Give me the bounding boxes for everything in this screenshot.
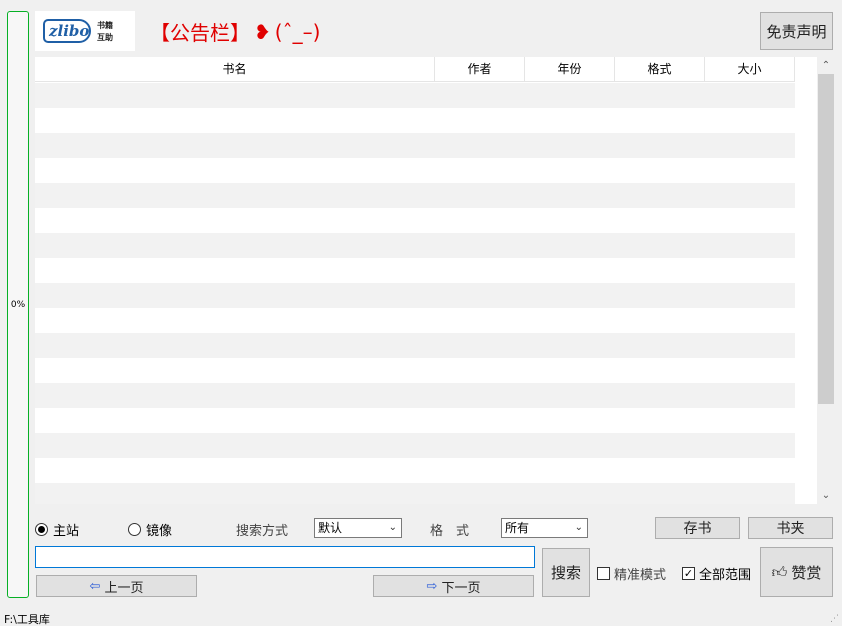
search-mode-select[interactable]: 默认 ⌄ — [314, 518, 402, 538]
table-row[interactable] — [35, 258, 795, 283]
next-page-button[interactable]: ⇨ 下一页 — [373, 575, 534, 597]
notice-emoticon: (ˆ_–) — [274, 19, 321, 44]
chevron-down-icon: ⌄ — [388, 522, 397, 533]
chevron-down-icon: ⌄ — [574, 522, 583, 533]
save-book-button[interactable]: 存书 — [655, 517, 740, 539]
book-results-table[interactable]: 书名 作者 年份 格式 大小 ⌃ ⌄ — [35, 57, 835, 504]
thumbs-up-icon: 👍︎ — [771, 562, 788, 581]
prev-page-button[interactable]: ⇦ 上一页 — [36, 575, 197, 597]
table-row[interactable] — [35, 208, 795, 233]
search-input[interactable] — [35, 546, 535, 568]
scroll-up-icon[interactable]: ⌃ — [817, 57, 835, 74]
column-header-format[interactable]: 格式 — [615, 57, 705, 82]
table-row[interactable] — [35, 408, 795, 433]
table-header: 书名 作者 年份 格式 大小 — [35, 57, 795, 82]
progress-bar: 0% — [7, 11, 29, 598]
column-header-year[interactable]: 年份 — [525, 57, 615, 82]
checkbox-empty-icon — [597, 567, 610, 580]
radio-mirror[interactable]: 镜像 — [128, 520, 172, 539]
logo: zlibo 书籍 互助 — [35, 11, 135, 51]
precise-mode-label: 精准模式 — [614, 568, 667, 583]
scroll-down-icon[interactable]: ⌄ — [817, 487, 835, 504]
search-mode-label: 搜索方式 — [236, 524, 289, 539]
bookshelf-button[interactable]: 书夹 — [748, 517, 833, 539]
radio-main-site-label: 主站 — [53, 524, 80, 539]
progress-label: 0% — [10, 299, 26, 310]
table-row[interactable] — [35, 183, 795, 208]
table-row[interactable] — [35, 333, 795, 358]
reward-button[interactable]: 👍︎ 赞赏 — [760, 547, 833, 597]
status-path: F:\工具库 — [4, 613, 50, 626]
notice-text: 【公告栏】 — [150, 21, 250, 45]
radio-main-site[interactable]: 主站 — [35, 520, 79, 539]
resize-grip-icon[interactable]: ⋰ — [830, 614, 840, 624]
table-body — [35, 83, 795, 504]
table-row[interactable] — [35, 133, 795, 158]
arrow-right-icon: ⇨ — [426, 578, 438, 594]
column-header-size[interactable]: 大小 — [705, 57, 795, 82]
full-range-label: 全部范围 — [699, 568, 752, 583]
scrollbar-thumb[interactable] — [818, 74, 834, 404]
table-row[interactable] — [35, 108, 795, 133]
table-row[interactable] — [35, 483, 795, 504]
radio-unselected-icon — [128, 523, 141, 536]
format-select[interactable]: 所有 ⌄ — [501, 518, 588, 538]
table-row[interactable] — [35, 283, 795, 308]
column-header-author[interactable]: 作者 — [435, 57, 525, 82]
checkbox-checked-icon: ✓ — [682, 567, 695, 580]
table-row[interactable] — [35, 83, 795, 108]
radio-mirror-label: 镜像 — [146, 524, 173, 539]
table-row[interactable] — [35, 158, 795, 183]
table-row[interactable] — [35, 383, 795, 408]
heart-icon: ❥ — [254, 19, 271, 44]
arrow-left-icon: ⇦ — [89, 578, 101, 594]
precise-mode-checkbox[interactable]: 精准模式 — [597, 564, 666, 583]
format-label: 格 式 — [430, 524, 470, 539]
table-row[interactable] — [35, 233, 795, 258]
search-button[interactable]: 搜索 — [542, 548, 590, 597]
table-row[interactable] — [35, 433, 795, 458]
full-range-checkbox[interactable]: ✓ 全部范围 — [682, 564, 751, 583]
table-row[interactable] — [35, 358, 795, 383]
logo-mark: zlibo — [43, 19, 91, 43]
column-header-title[interactable]: 书名 — [35, 57, 435, 82]
logo-subtitle: 书籍 互助 — [97, 20, 113, 42]
table-row[interactable] — [35, 308, 795, 333]
table-row[interactable] — [35, 458, 795, 483]
disclaimer-button[interactable]: 免责声明 — [760, 12, 833, 50]
notice-banner[interactable]: 【公告栏】 ❥ (ˆ_–) — [150, 17, 320, 46]
radio-selected-icon — [35, 523, 48, 536]
vertical-scrollbar[interactable]: ⌃ ⌄ — [817, 57, 835, 504]
